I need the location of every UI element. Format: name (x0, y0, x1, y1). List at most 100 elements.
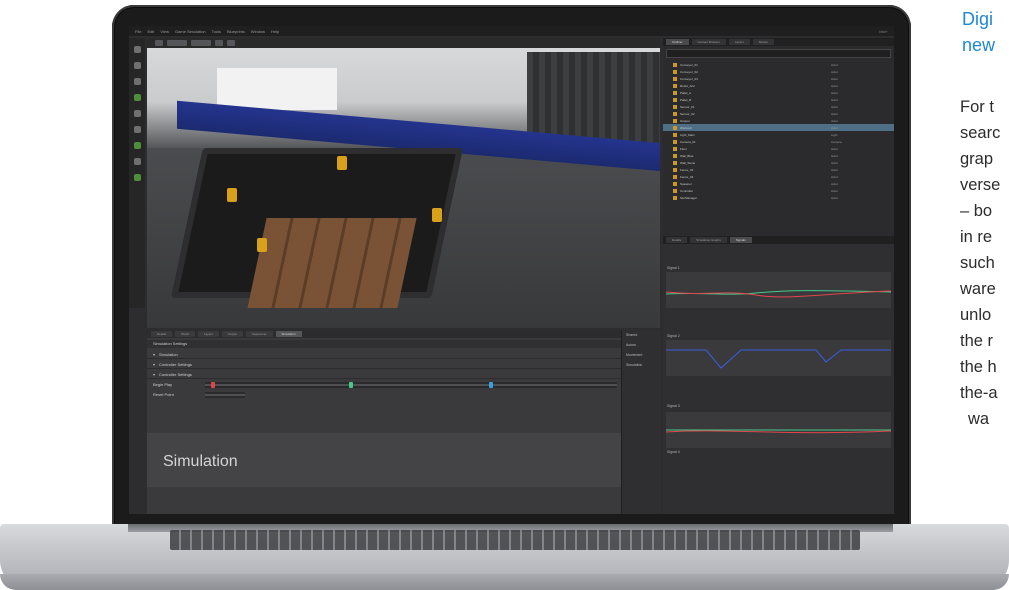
timeline-track[interactable] (205, 382, 617, 388)
article-body-line: searc (960, 124, 1001, 142)
scene-yellow-part (257, 238, 267, 252)
actor-icon (673, 167, 677, 172)
step-tool-icon[interactable] (133, 174, 141, 181)
outliner-row-type: Actor (831, 174, 839, 179)
bottom-tab-bar: Details World Layers Output Sequencer Si… (147, 330, 621, 338)
outliner-row[interactable]: Robot_Arm Actor (663, 82, 894, 89)
outliner-row[interactable]: Fence_02 Actor (663, 173, 894, 180)
outliner-row[interactable]: SimManager Actor (663, 194, 894, 201)
outliner-row-name: Sensor_02 (680, 111, 695, 116)
outliner-row[interactable]: Floor Actor (663, 145, 894, 152)
section-row[interactable]: ▾ Controller Settings (147, 370, 621, 379)
play-tool-icon[interactable] (133, 142, 141, 149)
article-body-line: grap (960, 150, 994, 168)
outliner-row[interactable]: Light_Main Light (663, 131, 894, 138)
outliner-row[interactable]: Sensor_02 Actor (663, 110, 894, 117)
time-field[interactable] (205, 392, 245, 398)
menu-item[interactable]: View (160, 29, 169, 34)
outliner-row[interactable]: Controller Actor (663, 187, 894, 194)
menu-item[interactable]: Blueprints (227, 29, 245, 34)
outliner-row[interactable]: Conveyor_02 Actor (663, 68, 894, 75)
actor-icon (673, 153, 677, 158)
bottom-tab[interactable]: Sequencer (245, 331, 273, 337)
menu-item[interactable]: Tools (212, 29, 221, 34)
outliner-tab[interactable]: Modes (752, 39, 774, 45)
menu-item[interactable]: Edit (147, 29, 154, 34)
outliner-row[interactable]: Sensor_01 Actor (663, 103, 894, 110)
outliner-row[interactable]: Workcell Actor (663, 124, 894, 131)
outliner-row-type: Actor (831, 83, 839, 88)
signal-line (666, 349, 891, 369)
outliner-row-type: Actor (831, 90, 839, 95)
properties-tab[interactable]: Simulation Graphs (690, 237, 727, 243)
viewport-settings-icon[interactable] (227, 40, 235, 46)
properties-tab[interactable]: Details (666, 237, 688, 243)
outliner-row[interactable]: Pallet_A Actor (663, 89, 894, 96)
expand-arrow-icon[interactable]: ▾ (153, 362, 155, 367)
outliner-row[interactable]: Spawner Actor (663, 180, 894, 187)
actor-icon (673, 160, 677, 165)
outliner-row-name: Sensor_01 (680, 104, 695, 109)
bottom-tab-active[interactable]: Simulation (275, 331, 302, 337)
outliner-row[interactable]: Conveyor_01 Actor (663, 61, 894, 68)
outliner-tab[interactable]: Outliner (666, 39, 689, 45)
expand-arrow-icon[interactable]: ▾ (153, 372, 155, 377)
side-option[interactable]: Simulation (622, 360, 661, 370)
viewport-lit-button[interactable] (191, 40, 211, 46)
bottom-tab[interactable]: Output (221, 331, 243, 337)
keyframe-marker[interactable] (489, 382, 493, 388)
article-body-line: verse (960, 176, 1001, 194)
bottom-tab[interactable]: Layers (197, 331, 219, 337)
viewport-mode-button[interactable] (167, 40, 187, 46)
pause-tool-icon[interactable] (133, 158, 141, 165)
outliner-row[interactable]: Fence_01 Actor (663, 166, 894, 173)
outliner-row-type: Actor (831, 111, 839, 116)
rotate-tool-icon[interactable] (133, 78, 141, 85)
outliner-row-name: Spawner (680, 181, 692, 186)
properties-tab-bar: Details Simulation Graphs Signals (663, 236, 894, 244)
bottom-tab[interactable]: World (175, 331, 195, 337)
actor-icon (673, 132, 677, 137)
bottom-tab[interactable]: Details (151, 331, 173, 337)
snap-tool-icon[interactable] (133, 126, 141, 133)
menu-item[interactable]: Game Simulation (175, 29, 206, 34)
outliner-tab[interactable]: Content Browser (691, 39, 726, 45)
signal-graph (666, 340, 891, 376)
viewport-menu-icon[interactable] (155, 40, 163, 46)
outliner-row-name: Wall_Blue (680, 153, 694, 158)
keyframe-marker[interactable] (349, 382, 353, 388)
viewport-grid-icon[interactable] (215, 40, 223, 46)
section-row[interactable]: ▾ Simulation (147, 350, 621, 359)
outliner-row-name: SimManager (680, 195, 698, 200)
side-option[interactable]: Movement (622, 350, 661, 360)
properties-tab[interactable]: Signals (729, 237, 752, 243)
signal-graph (666, 272, 891, 308)
outliner-row[interactable]: Wall_Blue Actor (663, 152, 894, 159)
side-option[interactable]: Actors (622, 340, 661, 350)
move-tool-icon[interactable] (133, 62, 141, 69)
outliner-row-name: Fence_02 (680, 174, 694, 179)
outliner-row[interactable]: Pallet_B Actor (663, 96, 894, 103)
scale-tool-icon[interactable] (133, 94, 141, 101)
outliner-row-name: Conveyor_02 (680, 69, 698, 74)
select-tool-icon[interactable] (133, 46, 141, 53)
scene-yellow-part (227, 188, 237, 202)
menu-item[interactable]: Window (251, 29, 265, 34)
expand-arrow-icon[interactable]: ▾ (153, 352, 155, 357)
menu-item[interactable]: File (135, 29, 141, 34)
side-option[interactable]: Shared (622, 330, 661, 340)
outliner-row-name: Gripper (680, 118, 691, 123)
outliner-row[interactable]: Wall_Stone Actor (663, 159, 894, 166)
section-row[interactable]: ▾ Controller Settings (147, 360, 621, 369)
outliner-row[interactable]: Camera_01 Camera (663, 138, 894, 145)
3d-viewport[interactable] (147, 38, 660, 328)
outliner-tab[interactable]: Layers (728, 39, 750, 45)
camera-tool-icon[interactable] (133, 110, 141, 117)
menu-item[interactable]: Help (271, 29, 279, 34)
outliner-row-name: Floor (680, 146, 687, 151)
outliner-row[interactable]: Conveyor_03 Actor (663, 75, 894, 82)
keyframe-marker[interactable] (211, 382, 215, 388)
outliner-search-input[interactable] (666, 49, 891, 58)
outliner-row[interactable]: Gripper Actor (663, 117, 894, 124)
actor-icon (673, 83, 677, 88)
